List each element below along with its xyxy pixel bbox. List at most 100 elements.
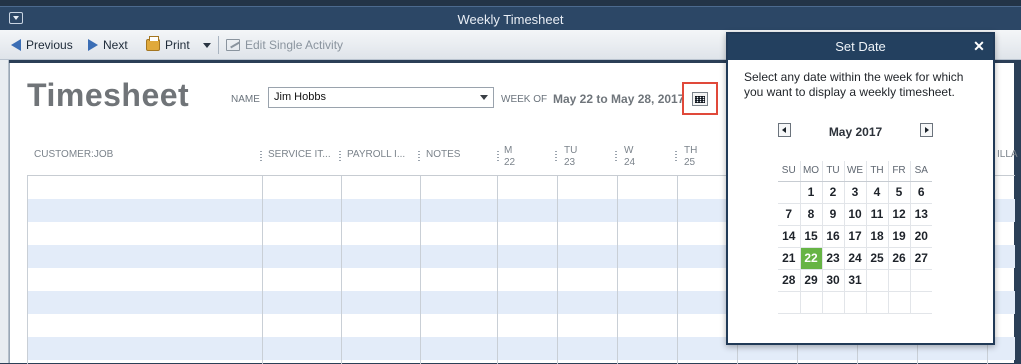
calendar-day[interactable]: 1	[800, 181, 823, 204]
weekday-header: MO	[800, 161, 823, 182]
calendar-icon	[692, 92, 708, 106]
print-label: Print	[165, 38, 190, 52]
calendar-day[interactable]: 21	[778, 247, 801, 270]
arrow-right-icon	[88, 39, 98, 51]
column-divider[interactable]	[260, 149, 262, 161]
calendar-week-row: 123456	[778, 181, 932, 204]
calendar-empty-cell	[866, 291, 889, 314]
calendar-day[interactable]: 10	[844, 203, 867, 226]
grid-line	[27, 176, 28, 364]
name-select[interactable]: Jim Hobbs	[268, 87, 494, 108]
calendar-day[interactable]: 17	[844, 225, 867, 248]
column-customer-job[interactable]: CUSTOMER:JOB	[34, 149, 113, 161]
set-date-popup: Set Date ✕ Select any date within the we…	[726, 32, 995, 345]
calendar-week-row: 21 22 23 24 25 26 27	[778, 247, 932, 270]
calendar-day[interactable]: 16	[822, 225, 845, 248]
column-day-tue[interactable]: TU 23	[564, 145, 577, 169]
calendar-week-row: 28 29 30 31	[778, 269, 932, 292]
column-divider[interactable]	[675, 149, 677, 161]
calendar-day[interactable]: 26	[888, 247, 911, 270]
toolbar-divider	[218, 36, 219, 54]
calendar-day[interactable]: 6	[910, 181, 932, 204]
day-number: 24	[624, 157, 636, 168]
calendar-button[interactable]	[682, 82, 718, 115]
calendar-day[interactable]: 27	[910, 247, 932, 270]
column-payroll-item[interactable]: PAYROLL I...	[347, 149, 405, 161]
weekly-timesheet-window: Weekly Timesheet Previous Next Print Edi…	[0, 0, 1021, 364]
calendar-day[interactable]: 18	[866, 225, 889, 248]
calendar-day[interactable]: 3	[844, 181, 867, 204]
chevron-down-icon	[480, 95, 488, 100]
name-label: NAME	[231, 94, 260, 105]
grid-line	[341, 176, 342, 364]
day-number: 22	[504, 157, 516, 168]
column-billable[interactable]: ILLA	[997, 149, 1018, 161]
calendar-day[interactable]: 28	[778, 269, 801, 292]
column-divider[interactable]	[615, 149, 617, 161]
calendar-day[interactable]: 14	[778, 225, 801, 248]
next-month-button[interactable]	[920, 123, 933, 137]
arrow-left-icon	[11, 39, 21, 51]
previous-label: Previous	[26, 38, 73, 52]
calendar-week-row: 14 15 16 17 18 19 20	[778, 225, 932, 248]
calendar-day[interactable]: 13	[910, 203, 932, 226]
popup-description: Select any date within the week for whic…	[744, 70, 964, 99]
calendar-day[interactable]: 7	[778, 203, 801, 226]
calendar-day[interactable]: 24	[844, 247, 867, 270]
calendar-empty-cell	[778, 181, 801, 204]
calendar-day[interactable]: 9	[822, 203, 845, 226]
calendar-day[interactable]: 8	[800, 203, 823, 226]
calendar-day[interactable]: 31	[844, 269, 867, 292]
calendar-day[interactable]: 5	[888, 181, 911, 204]
calendar-day[interactable]: 2	[822, 181, 845, 204]
calendar-empty-cell	[800, 291, 823, 314]
grid-line	[262, 176, 263, 364]
weekday-header: FR	[888, 161, 911, 182]
edit-single-activity-button[interactable]: Edit Single Activity	[226, 30, 343, 60]
edit-single-activity-label: Edit Single Activity	[245, 38, 344, 52]
printer-icon	[146, 36, 160, 51]
pencil-icon	[226, 39, 240, 51]
calendar-day[interactable]: 19	[888, 225, 911, 248]
column-day-wed[interactable]: W 24	[624, 145, 635, 169]
column-divider[interactable]	[339, 149, 341, 161]
calendar-day[interactable]: 15	[800, 225, 823, 248]
next-button[interactable]: Next	[88, 30, 128, 60]
column-divider[interactable]	[555, 149, 557, 161]
calendar-day[interactable]: 12	[888, 203, 911, 226]
window-title: Weekly Timesheet	[457, 12, 564, 27]
print-button[interactable]: Print	[146, 30, 190, 60]
column-divider[interactable]	[497, 149, 499, 161]
calendar-empty-cell	[888, 269, 911, 292]
title-bar: Weekly Timesheet	[0, 6, 1021, 30]
chevron-down-icon	[203, 42, 211, 48]
grid-line	[677, 176, 678, 364]
column-notes[interactable]: NOTES	[426, 149, 460, 161]
close-icon[interactable]: ✕	[972, 39, 986, 53]
calendar-empty-cell	[866, 269, 889, 292]
column-service-item[interactable]: SERVICE IT...	[268, 149, 331, 161]
calendar-day[interactable]: 29	[800, 269, 823, 292]
calendar-day-selected[interactable]: 22	[800, 247, 823, 270]
name-value: Jim Hobbs	[274, 91, 326, 103]
calendar-day[interactable]: 20	[910, 225, 932, 248]
column-day-mon[interactable]: M 22	[504, 145, 515, 169]
print-dropdown-button[interactable]	[203, 30, 211, 60]
column-day-thu[interactable]: TH 25	[684, 145, 697, 169]
calendar-day[interactable]: 30	[822, 269, 845, 292]
weekday-header: TU	[822, 161, 845, 182]
week-of-value: May 22 to May 28, 2017	[553, 92, 685, 106]
column-divider[interactable]	[418, 149, 420, 161]
calendar-day[interactable]: 11	[866, 203, 889, 226]
previous-button[interactable]: Previous	[11, 30, 73, 60]
calendar-day[interactable]: 4	[866, 181, 889, 204]
next-label: Next	[103, 38, 128, 52]
day-number: 23	[564, 157, 576, 168]
day-dow: M	[504, 145, 513, 156]
calendar-day[interactable]: 23	[822, 247, 845, 270]
calendar-empty-cell	[778, 291, 801, 314]
day-dow: TH	[684, 145, 698, 156]
grid-line	[557, 176, 558, 364]
popup-title: Set Date	[728, 34, 993, 60]
calendar-day[interactable]: 25	[866, 247, 889, 270]
